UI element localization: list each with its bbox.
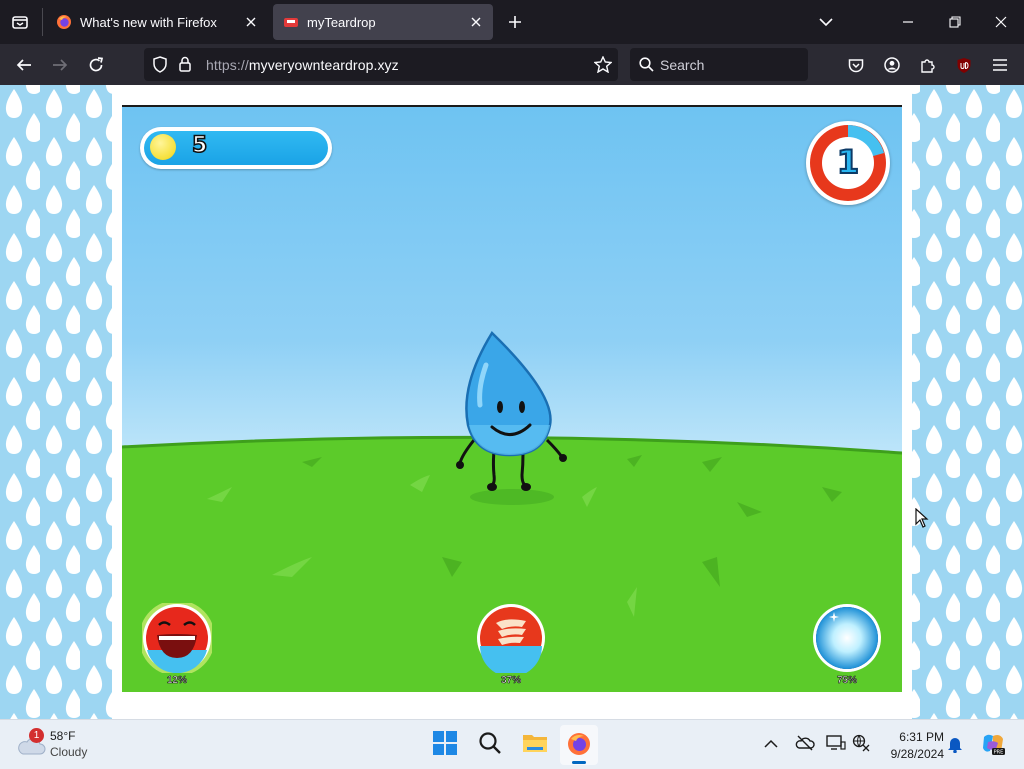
windows-icon [433,731,457,755]
reload-icon [89,57,104,72]
level-badge: 1 [806,121,890,205]
monitor-icon [826,735,846,750]
search-icon [479,732,501,754]
new-tab-button[interactable] [503,10,527,34]
lock-icon[interactable] [178,56,192,72]
weather-widget[interactable]: 1 58°F Cloudy [14,726,124,764]
teardrop-favicon [284,18,298,27]
close-window-button[interactable] [987,8,1015,36]
weather-desc: Cloudy [50,745,88,759]
taskbar: 1 58°F Cloudy 6:31 PM 9/28/2024 PRE [0,719,1024,769]
feed-percentage: 37% [500,675,522,687]
game-canvas[interactable]: 5 1 12% 37% 75% [122,105,902,692]
display-button[interactable] [826,734,846,754]
url-protocol: https:// [206,57,249,73]
firefox-taskbar-button[interactable] [560,725,598,765]
search-placeholder: Search [660,57,705,73]
coin-counter: 5 [140,127,332,169]
ublock-button[interactable] [950,51,978,79]
arrow-right-icon [53,59,68,71]
start-button[interactable] [432,730,460,758]
weather-alert-badge: 1 [29,728,44,743]
puzzle-icon [921,59,935,73]
ublock-icon [957,57,971,73]
taskbar-search-button[interactable] [478,731,504,757]
tab-bar: What's new with Firefox myTeardrop [0,0,1024,44]
play-percentage: 12% [166,675,188,687]
burger-icon [477,604,545,677]
list-all-tabs-button[interactable] [6,8,34,36]
forward-button[interactable] [46,51,74,79]
coin-icon [150,134,176,160]
folder-icon [523,735,547,752]
navigation-toolbar: https://myveryownteardrop.xyz Search [0,44,1024,85]
show-hidden-icons-button[interactable] [764,736,780,752]
close-tab-button[interactable] [240,11,262,33]
minimize-button[interactable] [894,8,922,36]
action-button-play[interactable]: 12% [139,600,215,686]
close-tab-button[interactable] [465,11,487,33]
restore-icon [949,16,961,28]
url-host: myveryownteardrop.xyz [248,57,399,73]
energy-percentage: 75% [836,675,858,687]
network-volume-button[interactable] [852,734,872,754]
minimize-icon [903,21,913,23]
account-button[interactable] [878,51,906,79]
notifications-button[interactable] [947,735,965,755]
copilot-button[interactable]: PRE [980,731,1006,757]
action-button-feed[interactable]: 37% [476,603,546,686]
level-number: 1 [836,142,860,182]
tab-list-icon [12,16,28,29]
close-icon [471,17,481,27]
chevron-down-icon [819,18,833,27]
chevron-up-icon [764,739,778,748]
account-icon [884,57,900,73]
bookmark-star-icon[interactable] [594,56,612,73]
cloud-offline-icon [795,735,815,751]
hamburger-menu-icon [993,59,1007,71]
pocket-button[interactable] [842,51,870,79]
clock-date: 9/28/2024 [890,747,944,761]
close-icon [246,17,256,27]
glowing-orb-icon [813,604,881,672]
tab-title: myTeardrop [307,14,376,30]
pocket-icon [848,58,864,72]
bell-icon [948,738,962,754]
tab-whats-new[interactable]: What's new with Firefox [46,4,268,40]
weather-temp: 58°F [50,729,76,743]
arrow-left-icon [16,59,31,71]
address-bar[interactable]: https://myveryownteardrop.xyz [144,48,618,81]
url-text[interactable]: https://myveryownteardrop.xyz [206,57,399,73]
menu-button[interactable] [986,51,1014,79]
close-icon [995,16,1007,28]
plus-icon [509,16,521,28]
clock-time: 6:31 PM [899,730,944,744]
tab-title: What's new with Firefox [80,14,217,30]
mouse-cursor-icon [915,508,929,528]
file-explorer-button[interactable] [521,731,549,757]
page-content: 5 1 12% 37% 75% [0,85,1024,719]
back-button[interactable] [10,51,38,79]
reload-button[interactable] [82,51,110,79]
shield-icon[interactable] [152,56,168,73]
restore-button[interactable] [941,8,969,36]
laughing-face-icon [139,600,215,676]
firefox-icon [568,733,590,755]
copilot-icon: PRE [983,734,1005,756]
tab-myteardrop[interactable]: myTeardrop [273,4,493,40]
firefox-icon [57,15,71,29]
tab-overflow-button[interactable] [812,8,840,36]
action-button-energy[interactable]: 75% [812,603,882,686]
svg-text:PRE: PRE [994,750,1004,756]
extensions-button[interactable] [914,51,942,79]
onedrive-button[interactable] [795,735,815,753]
search-bar[interactable]: Search [630,48,808,81]
clock[interactable]: 6:31 PM 9/28/2024 [874,726,944,764]
coin-count: 5 [191,132,208,159]
globe-muted-icon [852,734,870,752]
search-icon [639,57,654,72]
teardrop-character[interactable] [452,325,572,505]
